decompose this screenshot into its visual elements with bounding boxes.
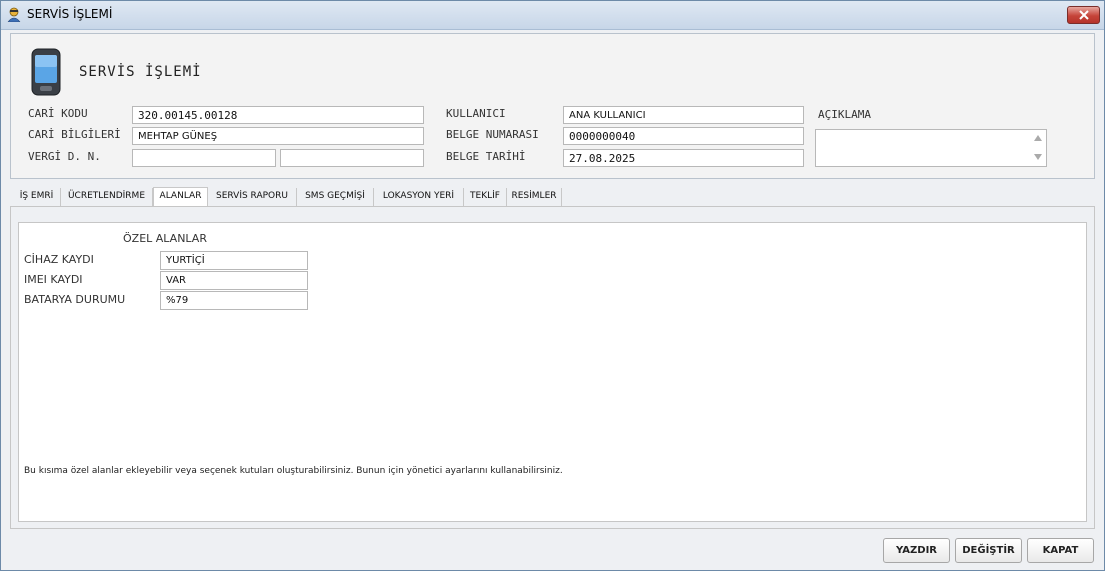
cari-bilgileri-field[interactable]: MEHTAP GÜNEŞ [132,127,424,145]
edit-button[interactable]: DEĞİŞTİR [955,538,1022,563]
imei-kaydi-label: IMEI KAYDI [24,273,83,286]
print-button[interactable]: YAZDIR [883,538,950,563]
cari-kodu-field[interactable]: 320.00145.00128 [132,106,424,124]
window-title: SERVİS İŞLEMİ [27,7,113,21]
tab-lokasyon-yeri[interactable]: LOKASYON YERİ [374,188,464,206]
cihaz-kaydi-label: CİHAZ KAYDI [24,253,94,266]
user-icon [6,6,22,23]
ozel-alanlar-title: ÖZEL ALANLAR [123,232,207,245]
tab-teklif[interactable]: TEKLİF [464,188,507,206]
belge-numarasi-field[interactable]: 0000000040 [563,127,804,145]
mobile-phone-icon [31,48,61,100]
belge-tarihi-field[interactable]: 27.08.2025 [563,149,804,167]
belge-tarihi-label: BELGE TARİHİ [446,150,526,163]
cihaz-kaydi-field[interactable]: YURTİÇİ [160,251,308,270]
tab-resimler[interactable]: RESİMLER [507,188,562,206]
batarya-durumu-field[interactable]: %79 [160,291,308,310]
tab-is-emri[interactable]: İŞ EMRİ [13,188,61,206]
vergi-dairesi-field[interactable] [132,149,276,167]
cari-bilgileri-label: CARİ BİLGİLERİ [28,128,121,141]
scroll-up-icon[interactable] [1034,135,1042,141]
imei-kaydi-field[interactable]: VAR [160,271,308,290]
aciklama-label: AÇIKLAMA [818,108,871,121]
page-title: SERVİS İŞLEMİ [79,64,202,80]
vergi-no-field[interactable] [280,149,424,167]
alanlar-info-text: Bu kısıma özel alanlar ekleyebilir veya … [24,466,563,476]
aciklama-field[interactable] [815,129,1047,167]
tab-ucretlendirme[interactable]: ÜCRETLENDİRME [61,188,153,206]
title-bar: SERVİS İŞLEMİ [1,1,1104,30]
belge-numarasi-label: BELGE NUMARASI [446,128,539,141]
tab-sms-gecmisi[interactable]: SMS GEÇMİŞİ [297,188,374,206]
close-button[interactable]: KAPAT [1027,538,1094,563]
tab-servis-raporu[interactable]: SERVİS RAPORU [208,188,297,206]
close-window-button[interactable] [1067,6,1100,24]
kullanici-field[interactable]: ANA KULLANICI [563,106,804,124]
service-window: SERVİS İŞLEMİ SERVİS İŞLEMİ CARİ KODU 32… [0,0,1105,571]
tab-alanlar[interactable]: ALANLAR [153,187,208,206]
batarya-durumu-label: BATARYA DURUMU [24,293,126,306]
vergi-label: VERGİ D. N. [28,150,101,163]
kullanici-label: KULLANICI [446,107,506,120]
scroll-down-icon[interactable] [1034,154,1042,160]
cari-kodu-label: CARİ KODU [28,107,88,120]
